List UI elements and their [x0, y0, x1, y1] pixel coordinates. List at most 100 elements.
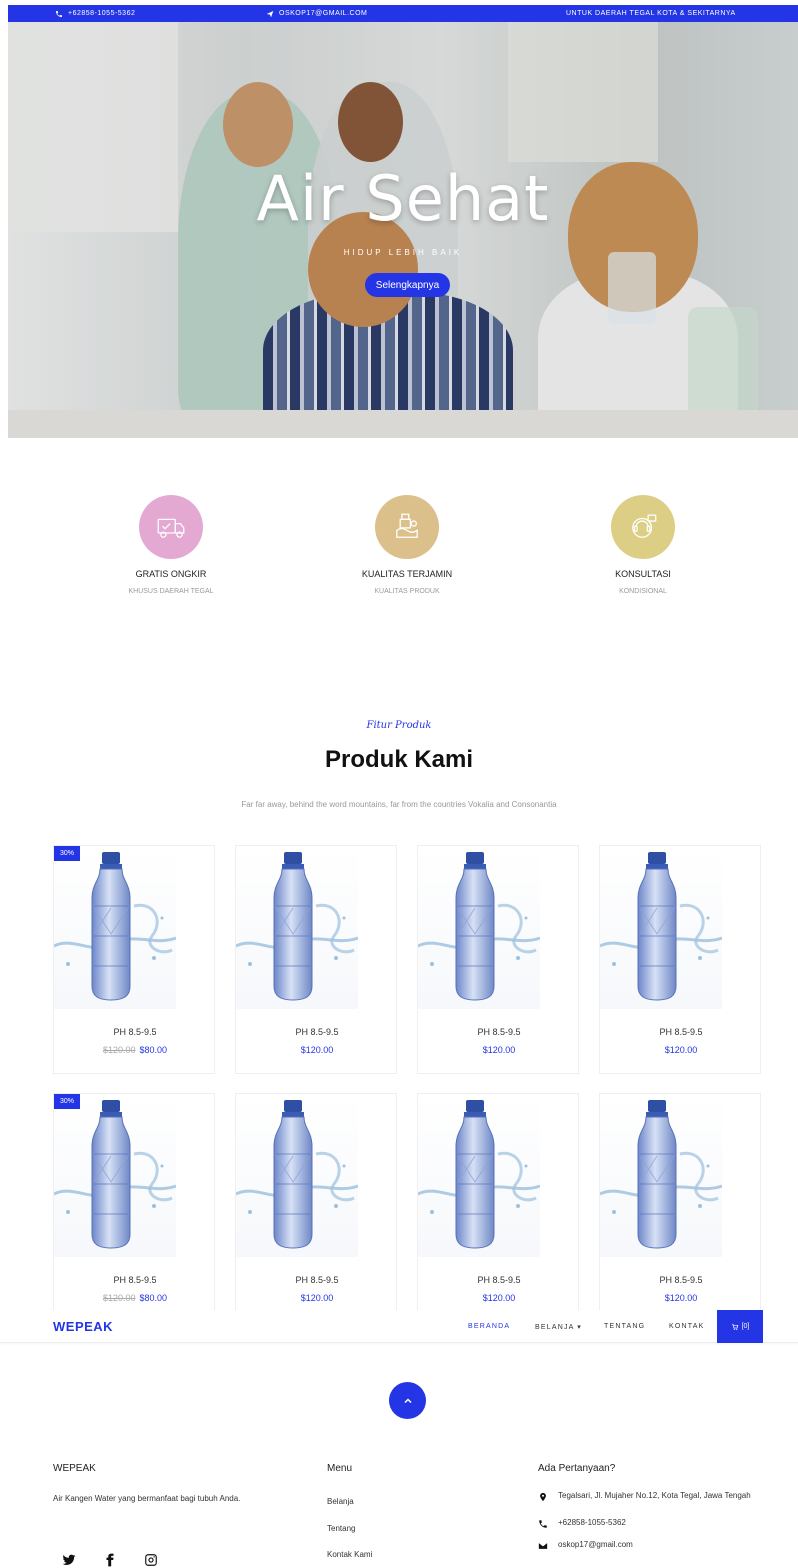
nav-kontak[interactable]: KONTAK	[669, 1323, 704, 1330]
product-name[interactable]: PH 8.5-9.5	[236, 1275, 398, 1285]
footer-email[interactable]: oskop17@gmail.com	[538, 1540, 768, 1551]
delivery-truck-icon	[157, 518, 185, 538]
product-card[interactable]: 30% PH 8.5-9.5 $120.00 $80.00	[53, 1093, 215, 1322]
nav-tentang[interactable]: TENTANG	[604, 1323, 645, 1330]
current-price: $120.00	[482, 1045, 516, 1055]
service-subtitle: KUALITAS PRODUK	[374, 588, 440, 595]
envelope-icon	[538, 1543, 548, 1549]
product-card[interactable]: PH 8.5-9.5 $120.00	[417, 1093, 579, 1322]
service-quality: KUALITAS TERJAMIN KUALITAS PRODUK	[327, 495, 487, 595]
product-price: $120.00 $80.00	[54, 1045, 216, 1055]
product-image[interactable]	[236, 1094, 358, 1257]
water-bottle-image	[600, 852, 722, 1001]
water-bottle-image	[54, 1100, 176, 1249]
footer-link-belanja[interactable]: Belanja	[327, 1497, 354, 1506]
footer-link-tentang[interactable]: Tentang	[327, 1524, 355, 1533]
product-price: $120.00	[600, 1045, 762, 1055]
current-price: $80.00	[139, 1045, 168, 1055]
chevron-up-icon	[403, 1397, 412, 1403]
nav-belanja[interactable]: BELANJA ▾	[535, 1323, 582, 1331]
product-card[interactable]: PH 8.5-9.5 $120.00	[235, 1093, 397, 1322]
topbar-area: UNTUK DAERAH TEGAL KOTA & SEKITARNYA	[566, 10, 736, 17]
product-card[interactable]: PH 8.5-9.5 $120.00	[417, 845, 579, 1074]
facebook-link[interactable]	[98, 1548, 122, 1568]
consultation-icon	[632, 514, 657, 538]
product-card[interactable]: PH 8.5-9.5 $120.00	[599, 1093, 761, 1322]
product-image[interactable]	[600, 846, 722, 1009]
product-image[interactable]	[54, 1094, 176, 1257]
service-subtitle: KHUSUS DAERAH TEGAL	[128, 588, 214, 595]
service-title: KONSULTASI	[615, 569, 671, 579]
current-price: $120.00	[664, 1045, 698, 1055]
topbar-email-text: OSKOP17@GMAIL.COM	[279, 10, 368, 17]
phone-icon	[539, 1520, 547, 1528]
product-name[interactable]: PH 8.5-9.5	[54, 1275, 216, 1285]
brand-logo[interactable]: WEPEAK	[53, 1319, 113, 1334]
product-image[interactable]	[236, 846, 358, 1009]
old-price: $120.00	[102, 1045, 136, 1055]
phone-icon	[56, 10, 62, 17]
hero-banner: Air Sehat HIDUP LEBIH BAIK Selengkapnya	[8, 22, 798, 438]
product-price: $120.00	[418, 1293, 580, 1303]
section-heading: Produk Kami	[324, 746, 474, 773]
cart-button[interactable]: [0]	[717, 1310, 763, 1343]
current-price: $80.00	[139, 1293, 168, 1303]
quality-icon	[396, 513, 418, 538]
hero-title: Air Sehat	[256, 162, 550, 235]
footer-phone[interactable]: +62858-1055-5362	[538, 1518, 768, 1529]
current-price: $120.00	[482, 1293, 516, 1303]
footer-menu-title: Menu	[327, 1463, 353, 1474]
product-price: $120.00 $80.00	[54, 1293, 216, 1303]
caret-down-icon: ▾	[577, 1324, 583, 1331]
footer-about-title: WEPEAK	[53, 1463, 96, 1474]
hero-subtitle: HIDUP LEBIH BAIK	[343, 248, 463, 257]
topbar-email: OSKOP17@GMAIL.COM	[266, 10, 367, 18]
product-name[interactable]: PH 8.5-9.5	[54, 1027, 216, 1037]
product-price: $120.00	[600, 1293, 762, 1303]
top-info-bar: +62858-1055-5362 OSKOP17@GMAIL.COM UNTUK…	[8, 5, 798, 22]
water-bottle-image	[54, 852, 176, 1001]
paper-plane-icon	[266, 10, 274, 17]
current-price: $120.00	[300, 1293, 334, 1303]
current-price: $120.00	[300, 1045, 334, 1055]
product-price: $120.00	[236, 1293, 398, 1303]
water-bottle-image	[418, 852, 540, 1001]
service-icon-circle	[611, 495, 675, 559]
discount-badge: 30%	[54, 1094, 80, 1109]
product-name[interactable]: PH 8.5-9.5	[600, 1027, 762, 1037]
topbar-phone: +62858-1055-5362	[55, 10, 135, 18]
service-title: GRATIS ONGKIR	[135, 569, 207, 579]
section-description: Far far away, behind the word mountains,…	[241, 800, 557, 809]
product-image[interactable]	[418, 846, 540, 1009]
product-image[interactable]	[418, 1094, 540, 1257]
instagram-icon	[145, 1554, 157, 1566]
product-name[interactable]: PH 8.5-9.5	[418, 1027, 580, 1037]
hero-more-button[interactable]: Selengkapnya	[365, 273, 450, 297]
product-image[interactable]	[600, 1094, 722, 1257]
footer-address-text: Tegalsari, Jl. Mujaher No.12, Kota Tegal…	[558, 1491, 751, 1500]
service-icon-circle	[375, 495, 439, 559]
back-to-top-button[interactable]	[389, 1382, 426, 1419]
main-navbar: WEPEAK BERANDA BELANJA ▾ TENTANG KONTAK …	[0, 1310, 798, 1343]
product-price: $120.00	[418, 1045, 580, 1055]
current-price: $120.00	[664, 1293, 698, 1303]
old-price: $120.00	[102, 1293, 136, 1303]
product-price: $120.00	[236, 1045, 398, 1055]
footer-link-kontak[interactable]: Kontak Kami	[327, 1550, 372, 1559]
product-name[interactable]: PH 8.5-9.5	[418, 1275, 580, 1285]
product-image[interactable]	[54, 846, 176, 1009]
instagram-link[interactable]	[139, 1548, 163, 1568]
facebook-icon	[106, 1553, 114, 1567]
map-marker-icon	[540, 1492, 546, 1502]
topbar-phone-text: +62858-1055-5362	[68, 10, 136, 17]
product-name[interactable]: PH 8.5-9.5	[236, 1027, 398, 1037]
product-card[interactable]: PH 8.5-9.5 $120.00	[235, 845, 397, 1074]
twitter-icon	[62, 1554, 76, 1566]
product-name[interactable]: PH 8.5-9.5	[600, 1275, 762, 1285]
footer-contact-title: Ada Pertanyaan?	[538, 1463, 616, 1474]
nav-beranda[interactable]: BERANDA	[468, 1323, 510, 1330]
topbar-area-text: UNTUK DAERAH TEGAL KOTA & SEKITARNYA	[566, 10, 736, 17]
product-card[interactable]: PH 8.5-9.5 $120.00	[599, 845, 761, 1074]
product-card[interactable]: 30% PH 8.5-9.5 $120.00 $80.00	[53, 845, 215, 1074]
twitter-link[interactable]	[57, 1548, 81, 1568]
